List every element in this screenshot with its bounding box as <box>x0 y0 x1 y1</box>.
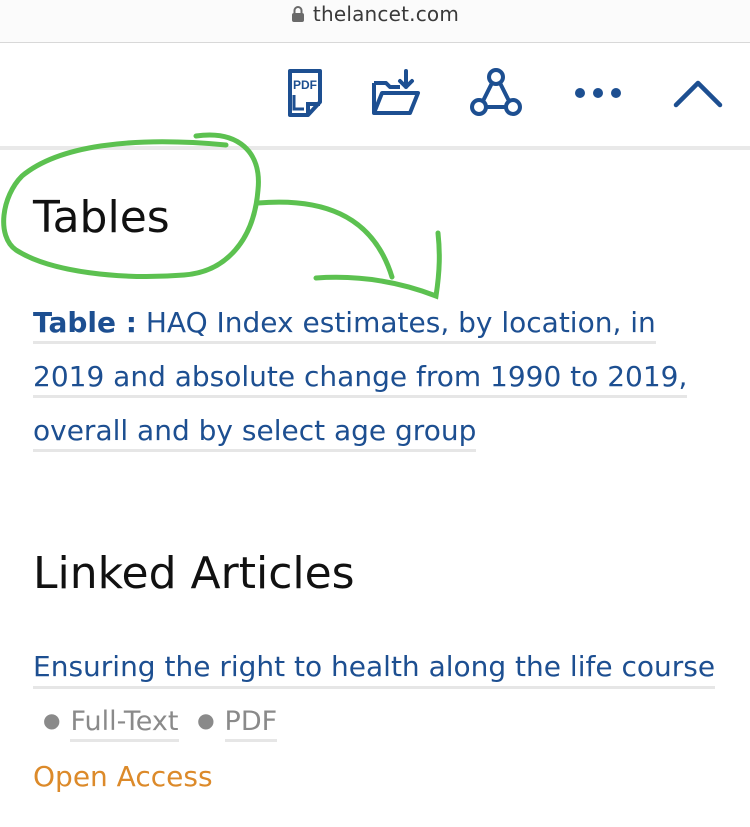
linked-article-meta: ● Full-Text ● PDF <box>33 706 278 742</box>
linked-articles-heading: Linked Articles <box>33 548 355 599</box>
linked-article-title[interactable]: Ensuring the right to health along the l… <box>33 650 716 689</box>
bullet-icon: ● <box>197 708 215 732</box>
handdrawn-annotation <box>1 132 442 300</box>
bullet-icon: ● <box>43 708 61 732</box>
pdf-link[interactable]: PDF <box>224 706 278 742</box>
full-text-link[interactable]: Full-Text <box>70 706 179 742</box>
open-access-label: Open Access <box>33 760 213 793</box>
